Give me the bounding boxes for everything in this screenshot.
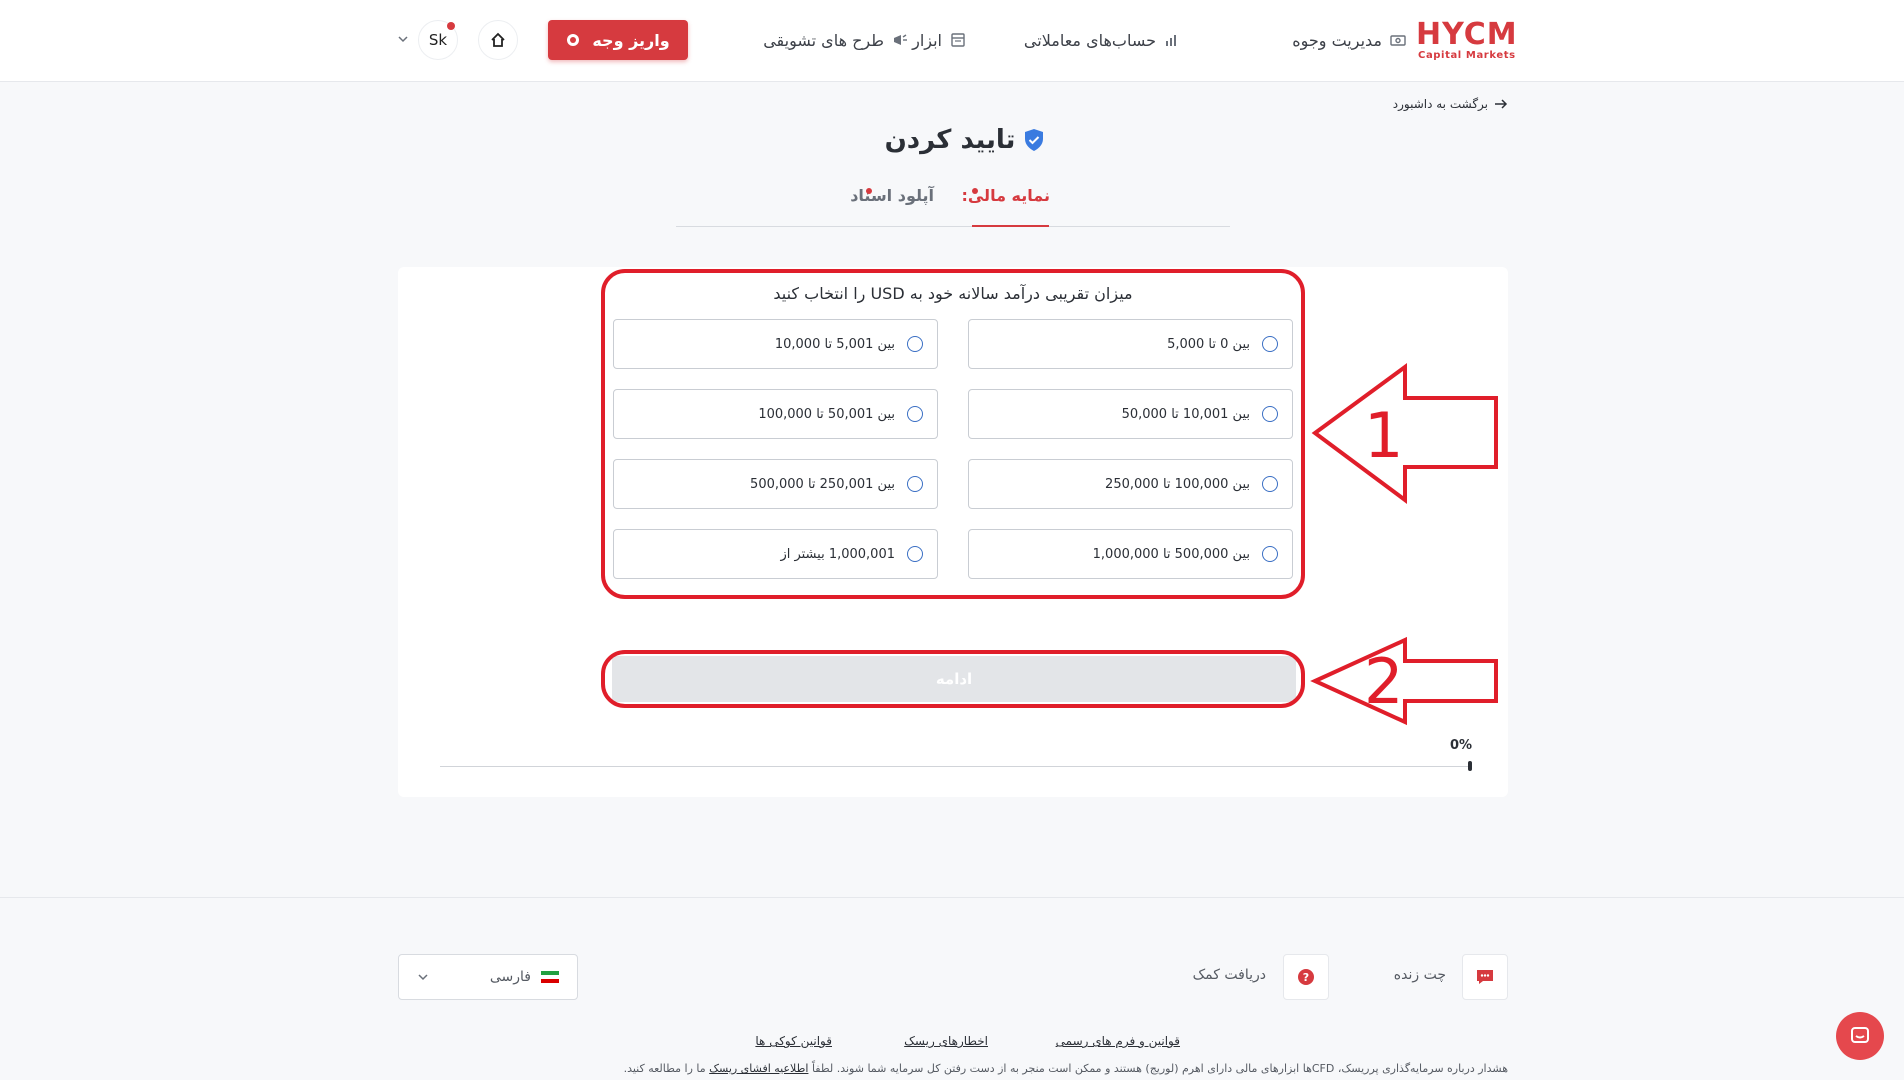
annotation-arrows: [1310, 363, 1498, 726]
annotation-number-1: 1: [1364, 399, 1404, 472]
annotation-arrow-1: [1311, 363, 1498, 504]
annotation-arrow-2: [1310, 636, 1498, 726]
annotation-number-2: 2: [1364, 645, 1404, 718]
